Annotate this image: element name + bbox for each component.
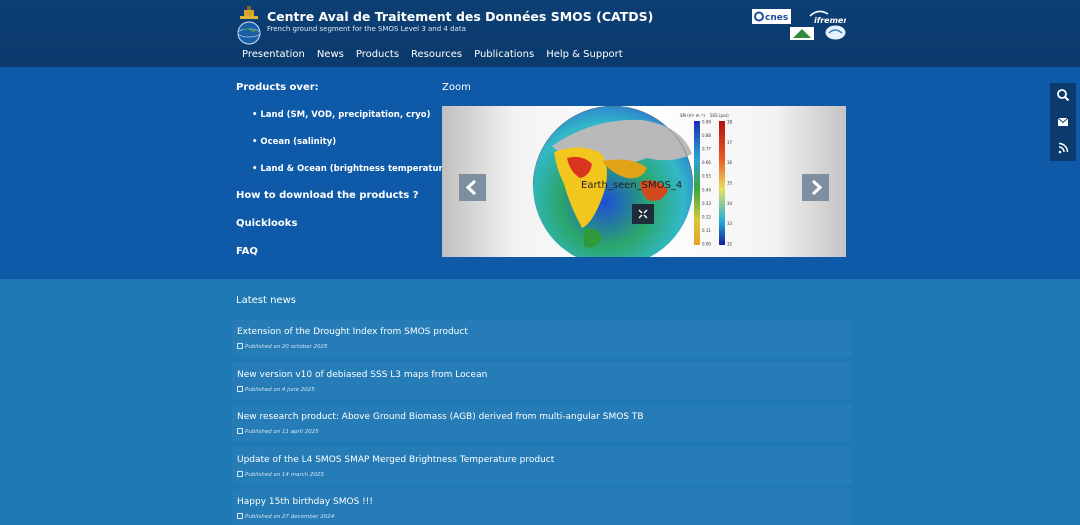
products-heading[interactable]: Products over: bbox=[236, 82, 319, 93]
sm-colorbar-label: SM (m³ m⁻³) bbox=[680, 113, 705, 118]
news-item[interactable]: New version v10 of debiased SSS L3 maps … bbox=[232, 362, 852, 400]
sss-colorbar-tick: 37 bbox=[727, 140, 733, 145]
latest-news-heading: Latest news bbox=[236, 295, 296, 306]
quicklooks-link[interactable]: Quicklooks bbox=[236, 218, 297, 229]
calendar-icon bbox=[237, 343, 243, 349]
zoom-carousel: SM (m³ m⁻³) SSS (pss) 0.99 0.88 0.77 0.66 0.… bbox=[442, 106, 846, 257]
news-item[interactable]: Extension of the Drought Index from SMOS… bbox=[232, 319, 852, 357]
sss-colorbar-tick: 34 bbox=[727, 201, 733, 206]
sss-colorbar-tick: 36 bbox=[727, 160, 733, 165]
download-link[interactable]: How to download the products ? bbox=[236, 190, 419, 201]
sm-colorbar-tick: 0.77 bbox=[702, 147, 711, 152]
sm-colorbar-tick: 0.66 bbox=[702, 160, 711, 165]
svg-text:ifremer: ifremer bbox=[814, 16, 846, 24]
news-date: Published on 11 april 2025 bbox=[237, 428, 319, 435]
chevron-right-icon bbox=[811, 179, 823, 196]
site-header: Centre Aval de Traitement des Données SM… bbox=[0, 0, 1080, 67]
sss-colorbar-label: SSS (pss) bbox=[710, 113, 729, 118]
email-button[interactable] bbox=[1050, 109, 1076, 135]
zoom-heading: Zoom bbox=[442, 82, 471, 93]
nav-publications[interactable]: Publications bbox=[474, 49, 534, 60]
news-item[interactable]: Update of the L4 SMOS SMAP Merged Bright… bbox=[232, 447, 852, 485]
carousel-prev-button[interactable] bbox=[459, 174, 486, 201]
nav-presentation[interactable]: Presentation bbox=[242, 49, 305, 60]
search-button[interactable] bbox=[1050, 83, 1076, 109]
email-icon bbox=[1057, 117, 1069, 126]
news-title[interactable]: New research product: Above Ground Bioma… bbox=[237, 412, 644, 422]
ifremer-logo[interactable]: ifremer bbox=[806, 8, 846, 24]
sm-colorbar-tick: 0.11 bbox=[702, 228, 711, 233]
slide-caption: Earth_seen_SMOS_4 bbox=[581, 180, 683, 191]
sm-colorbar-tick: 0.88 bbox=[702, 133, 711, 138]
nav-resources[interactable]: Resources bbox=[411, 49, 462, 60]
sm-colorbar-tick: 0.44 bbox=[702, 187, 711, 192]
sss-colorbar-tick: 35 bbox=[727, 181, 733, 186]
news-date: Published on 14 march 2025 bbox=[237, 471, 324, 478]
sm-colorbar-tick: 0.99 bbox=[702, 120, 711, 125]
sss-colorbar-tick: 38 bbox=[727, 120, 733, 125]
nav-news[interactable]: News bbox=[317, 49, 344, 60]
products-ocean-link[interactable]: • Ocean (salinity) bbox=[252, 137, 336, 147]
rss-icon bbox=[1058, 142, 1069, 154]
news-title[interactable]: New version v10 of debiased SSS L3 maps … bbox=[237, 370, 487, 380]
news-item[interactable]: Happy 15th birthday SMOS !!! Published o… bbox=[232, 489, 852, 525]
news-title[interactable]: Happy 15th birthday SMOS !!! bbox=[237, 497, 373, 507]
partner-logo-cloud[interactable] bbox=[825, 25, 846, 40]
sss-colorbar-tick: 32 bbox=[727, 242, 733, 247]
cnes-logo[interactable]: cnes bbox=[752, 9, 791, 24]
calendar-icon bbox=[237, 386, 243, 392]
site-title[interactable]: Centre Aval de Traitement des Données SM… bbox=[267, 9, 653, 24]
news-date: Published on 20 october 2025 bbox=[237, 343, 327, 350]
hero-section: Products over: • Land (SM, VOD, precipit… bbox=[0, 67, 1080, 279]
carousel-next-button[interactable] bbox=[802, 174, 829, 201]
calendar-icon bbox=[237, 471, 243, 477]
expand-icon bbox=[638, 209, 648, 219]
side-toolbar bbox=[1050, 83, 1076, 161]
partner-logo-green[interactable] bbox=[790, 27, 814, 40]
news-title[interactable]: Update of the L4 SMOS SMAP Merged Bright… bbox=[237, 455, 554, 465]
expand-image-button[interactable] bbox=[632, 204, 654, 224]
news-date: Published on 27 december 2024 bbox=[237, 513, 334, 520]
rss-button[interactable] bbox=[1050, 135, 1076, 161]
faq-link[interactable]: FAQ bbox=[236, 246, 258, 257]
sm-colorbar-tick: 0.00 bbox=[702, 242, 711, 247]
products-land-link[interactable]: • Land (SM, VOD, precipitation, cryo) bbox=[252, 110, 431, 120]
calendar-icon bbox=[237, 513, 243, 519]
search-icon bbox=[1057, 89, 1070, 102]
products-land-ocean-link[interactable]: • Land & Ocean (brightness temperature) bbox=[252, 164, 452, 174]
sm-colorbar-tick: 0.33 bbox=[702, 201, 711, 206]
main-nav: Presentation News Products Resources Pub… bbox=[242, 49, 623, 60]
catds-logo-icon[interactable] bbox=[235, 4, 263, 46]
svg-text:cnes: cnes bbox=[765, 13, 788, 23]
news-date: Published on 4 june 2025 bbox=[237, 386, 315, 393]
news-item[interactable]: New research product: Above Ground Bioma… bbox=[232, 404, 852, 442]
chevron-left-icon bbox=[465, 179, 477, 196]
site-subtitle: French ground segment for the SMOS Level… bbox=[267, 25, 466, 33]
calendar-icon bbox=[237, 428, 243, 434]
sm-colorbar-tick: 0.22 bbox=[702, 214, 711, 219]
nav-help-support[interactable]: Help & Support bbox=[546, 49, 622, 60]
sm-colorbar-tick: 0.55 bbox=[702, 174, 711, 179]
news-title[interactable]: Extension of the Drought Index from SMOS… bbox=[237, 327, 468, 337]
nav-products[interactable]: Products bbox=[356, 49, 399, 60]
sss-colorbar-tick: 33 bbox=[727, 221, 733, 226]
